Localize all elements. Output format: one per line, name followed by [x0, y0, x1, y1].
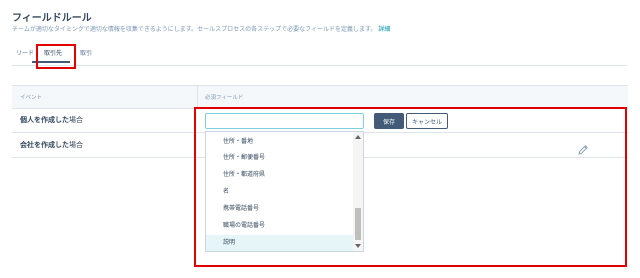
dropdown-item[interactable]: 携帯電話番号	[206, 201, 353, 217]
row-label-bold: 会社を作成した	[20, 141, 69, 149]
page-title: フィールドルール	[12, 13, 92, 24]
save-button[interactable]: 保存	[374, 113, 404, 129]
dropdown-scrollbar[interactable]	[353, 132, 363, 251]
dropdown-item[interactable]: 住所・都道府県	[206, 167, 353, 183]
dropdown-item[interactable]: 住所・番地	[206, 134, 353, 150]
pencil-icon[interactable]	[577, 141, 589, 155]
details-link[interactable]: 詳細	[378, 26, 390, 33]
page-subtitle: チームが適切なタイミングで適切な情報を収集できるようにします。セールスプロセスの…	[12, 24, 390, 33]
table-header: イベント 必須フィールド	[12, 85, 628, 109]
field-dropdown-list: 住所・番地 住所・郵便番号 住所・都道府県 名 携帯電話番号 職場の電話番号 説…	[205, 131, 364, 252]
tab-bar: リード 取引先 取引	[12, 40, 627, 66]
field-search-input[interactable]	[205, 113, 364, 129]
cancel-button[interactable]: キャンセル	[406, 113, 448, 129]
annotation-box-tab	[36, 44, 76, 69]
dropdown-item-highlighted[interactable]: 説明	[206, 235, 353, 251]
scroll-down-icon[interactable]	[355, 244, 361, 248]
row-label-rest: 場合	[69, 116, 83, 124]
row-label-contact: 個人を作成した場合	[20, 115, 83, 125]
tab-deal[interactable]: 取引	[80, 48, 92, 57]
dropdown-item[interactable]: 名	[206, 184, 353, 200]
header-event: イベント	[20, 95, 43, 101]
dropdown-item[interactable]: 職場の電話番号	[206, 218, 353, 234]
row-label-rest: 場合	[69, 141, 83, 149]
header-required-fields: 必須フィールド	[205, 95, 244, 101]
dropdown-item[interactable]: 住所・郵便番号	[206, 150, 353, 166]
tab-lead[interactable]: リード	[16, 48, 34, 57]
column-divider	[197, 86, 198, 108]
scroll-up-icon[interactable]	[355, 135, 361, 139]
row-label-company: 会社を作成した場合	[20, 140, 83, 150]
row-label-bold: 個人を作成した	[20, 116, 69, 124]
scrollbar-thumb[interactable]	[355, 208, 361, 240]
subtitle-text: チームが適切なタイミングで適切な情報を収集できるようにします。セールスプロセスの…	[12, 26, 377, 33]
